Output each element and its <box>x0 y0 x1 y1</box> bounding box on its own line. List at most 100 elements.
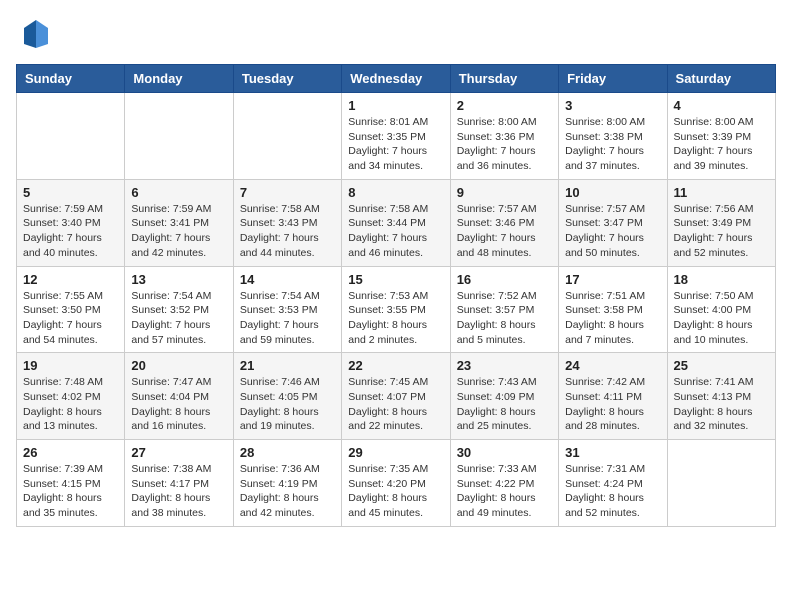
day-detail: Sunrise: 7:57 AMSunset: 3:47 PMDaylight:… <box>565 202 660 261</box>
day-number: 7 <box>240 185 335 200</box>
day-detail: Sunrise: 7:35 AMSunset: 4:20 PMDaylight:… <box>348 462 443 521</box>
weekday-header-wednesday: Wednesday <box>342 65 450 93</box>
day-detail: Sunrise: 7:39 AMSunset: 4:15 PMDaylight:… <box>23 462 118 521</box>
calendar-cell: 23 Sunrise: 7:43 AMSunset: 4:09 PMDaylig… <box>450 353 558 440</box>
day-number: 29 <box>348 445 443 460</box>
calendar-cell: 29 Sunrise: 7:35 AMSunset: 4:20 PMDaylig… <box>342 440 450 527</box>
logo-icon <box>16 16 52 52</box>
day-detail: Sunrise: 8:00 AMSunset: 3:39 PMDaylight:… <box>674 115 769 174</box>
calendar-cell: 31 Sunrise: 7:31 AMSunset: 4:24 PMDaylig… <box>559 440 667 527</box>
day-detail: Sunrise: 7:56 AMSunset: 3:49 PMDaylight:… <box>674 202 769 261</box>
calendar-cell: 19 Sunrise: 7:48 AMSunset: 4:02 PMDaylig… <box>17 353 125 440</box>
calendar-week-row: 19 Sunrise: 7:48 AMSunset: 4:02 PMDaylig… <box>17 353 776 440</box>
day-detail: Sunrise: 7:38 AMSunset: 4:17 PMDaylight:… <box>131 462 226 521</box>
day-number: 30 <box>457 445 552 460</box>
calendar-cell: 1 Sunrise: 8:01 AMSunset: 3:35 PMDayligh… <box>342 93 450 180</box>
calendar-cell <box>17 93 125 180</box>
calendar-cell: 24 Sunrise: 7:42 AMSunset: 4:11 PMDaylig… <box>559 353 667 440</box>
calendar-cell: 17 Sunrise: 7:51 AMSunset: 3:58 PMDaylig… <box>559 266 667 353</box>
day-detail: Sunrise: 7:47 AMSunset: 4:04 PMDaylight:… <box>131 375 226 434</box>
day-number: 16 <box>457 272 552 287</box>
calendar-week-row: 1 Sunrise: 8:01 AMSunset: 3:35 PMDayligh… <box>17 93 776 180</box>
day-number: 18 <box>674 272 769 287</box>
day-detail: Sunrise: 8:00 AMSunset: 3:36 PMDaylight:… <box>457 115 552 174</box>
calendar-cell: 27 Sunrise: 7:38 AMSunset: 4:17 PMDaylig… <box>125 440 233 527</box>
day-detail: Sunrise: 7:55 AMSunset: 3:50 PMDaylight:… <box>23 289 118 348</box>
day-detail: Sunrise: 7:46 AMSunset: 4:05 PMDaylight:… <box>240 375 335 434</box>
day-number: 27 <box>131 445 226 460</box>
day-number: 3 <box>565 98 660 113</box>
calendar-cell: 14 Sunrise: 7:54 AMSunset: 3:53 PMDaylig… <box>233 266 341 353</box>
day-number: 22 <box>348 358 443 373</box>
day-number: 14 <box>240 272 335 287</box>
calendar-cell: 21 Sunrise: 7:46 AMSunset: 4:05 PMDaylig… <box>233 353 341 440</box>
day-detail: Sunrise: 7:48 AMSunset: 4:02 PMDaylight:… <box>23 375 118 434</box>
day-number: 25 <box>674 358 769 373</box>
calendar-cell: 10 Sunrise: 7:57 AMSunset: 3:47 PMDaylig… <box>559 179 667 266</box>
calendar-cell: 6 Sunrise: 7:59 AMSunset: 3:41 PMDayligh… <box>125 179 233 266</box>
day-detail: Sunrise: 7:57 AMSunset: 3:46 PMDaylight:… <box>457 202 552 261</box>
day-detail: Sunrise: 7:50 AMSunset: 4:00 PMDaylight:… <box>674 289 769 348</box>
day-number: 23 <box>457 358 552 373</box>
calendar-cell: 12 Sunrise: 7:55 AMSunset: 3:50 PMDaylig… <box>17 266 125 353</box>
weekday-header-sunday: Sunday <box>17 65 125 93</box>
weekday-header-friday: Friday <box>559 65 667 93</box>
day-detail: Sunrise: 7:52 AMSunset: 3:57 PMDaylight:… <box>457 289 552 348</box>
calendar-cell: 18 Sunrise: 7:50 AMSunset: 4:00 PMDaylig… <box>667 266 775 353</box>
day-detail: Sunrise: 7:43 AMSunset: 4:09 PMDaylight:… <box>457 375 552 434</box>
calendar-cell: 25 Sunrise: 7:41 AMSunset: 4:13 PMDaylig… <box>667 353 775 440</box>
calendar-cell <box>125 93 233 180</box>
weekday-header-row: SundayMondayTuesdayWednesdayThursdayFrid… <box>17 65 776 93</box>
day-number: 31 <box>565 445 660 460</box>
day-detail: Sunrise: 7:53 AMSunset: 3:55 PMDaylight:… <box>348 289 443 348</box>
day-number: 11 <box>674 185 769 200</box>
day-number: 12 <box>23 272 118 287</box>
day-number: 10 <box>565 185 660 200</box>
calendar-cell: 20 Sunrise: 7:47 AMSunset: 4:04 PMDaylig… <box>125 353 233 440</box>
calendar-cell: 28 Sunrise: 7:36 AMSunset: 4:19 PMDaylig… <box>233 440 341 527</box>
day-number: 17 <box>565 272 660 287</box>
day-number: 26 <box>23 445 118 460</box>
calendar-cell: 15 Sunrise: 7:53 AMSunset: 3:55 PMDaylig… <box>342 266 450 353</box>
day-detail: Sunrise: 7:51 AMSunset: 3:58 PMDaylight:… <box>565 289 660 348</box>
day-number: 20 <box>131 358 226 373</box>
calendar-cell: 2 Sunrise: 8:00 AMSunset: 3:36 PMDayligh… <box>450 93 558 180</box>
day-number: 19 <box>23 358 118 373</box>
day-detail: Sunrise: 7:58 AMSunset: 3:43 PMDaylight:… <box>240 202 335 261</box>
day-detail: Sunrise: 7:31 AMSunset: 4:24 PMDaylight:… <box>565 462 660 521</box>
day-detail: Sunrise: 8:01 AMSunset: 3:35 PMDaylight:… <box>348 115 443 174</box>
day-number: 1 <box>348 98 443 113</box>
weekday-header-tuesday: Tuesday <box>233 65 341 93</box>
page-header <box>16 16 776 52</box>
weekday-header-monday: Monday <box>125 65 233 93</box>
calendar-week-row: 26 Sunrise: 7:39 AMSunset: 4:15 PMDaylig… <box>17 440 776 527</box>
weekday-header-thursday: Thursday <box>450 65 558 93</box>
day-number: 8 <box>348 185 443 200</box>
calendar-cell <box>233 93 341 180</box>
day-detail: Sunrise: 7:54 AMSunset: 3:53 PMDaylight:… <box>240 289 335 348</box>
day-number: 2 <box>457 98 552 113</box>
calendar-cell: 5 Sunrise: 7:59 AMSunset: 3:40 PMDayligh… <box>17 179 125 266</box>
day-number: 28 <box>240 445 335 460</box>
day-number: 4 <box>674 98 769 113</box>
day-detail: Sunrise: 7:41 AMSunset: 4:13 PMDaylight:… <box>674 375 769 434</box>
day-detail: Sunrise: 7:54 AMSunset: 3:52 PMDaylight:… <box>131 289 226 348</box>
calendar-cell: 7 Sunrise: 7:58 AMSunset: 3:43 PMDayligh… <box>233 179 341 266</box>
calendar-week-row: 5 Sunrise: 7:59 AMSunset: 3:40 PMDayligh… <box>17 179 776 266</box>
calendar-cell: 13 Sunrise: 7:54 AMSunset: 3:52 PMDaylig… <box>125 266 233 353</box>
day-detail: Sunrise: 7:59 AMSunset: 3:40 PMDaylight:… <box>23 202 118 261</box>
day-number: 24 <box>565 358 660 373</box>
day-number: 13 <box>131 272 226 287</box>
weekday-header-saturday: Saturday <box>667 65 775 93</box>
day-number: 5 <box>23 185 118 200</box>
calendar-cell: 9 Sunrise: 7:57 AMSunset: 3:46 PMDayligh… <box>450 179 558 266</box>
calendar-cell: 22 Sunrise: 7:45 AMSunset: 4:07 PMDaylig… <box>342 353 450 440</box>
day-number: 15 <box>348 272 443 287</box>
day-detail: Sunrise: 7:33 AMSunset: 4:22 PMDaylight:… <box>457 462 552 521</box>
calendar-cell: 3 Sunrise: 8:00 AMSunset: 3:38 PMDayligh… <box>559 93 667 180</box>
day-number: 21 <box>240 358 335 373</box>
calendar-cell: 16 Sunrise: 7:52 AMSunset: 3:57 PMDaylig… <box>450 266 558 353</box>
calendar-cell: 26 Sunrise: 7:39 AMSunset: 4:15 PMDaylig… <box>17 440 125 527</box>
calendar-cell: 8 Sunrise: 7:58 AMSunset: 3:44 PMDayligh… <box>342 179 450 266</box>
day-detail: Sunrise: 7:59 AMSunset: 3:41 PMDaylight:… <box>131 202 226 261</box>
